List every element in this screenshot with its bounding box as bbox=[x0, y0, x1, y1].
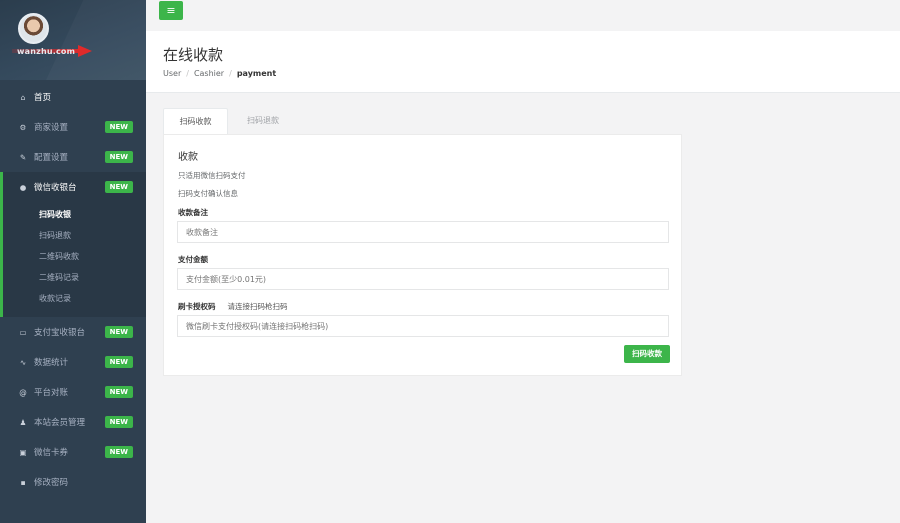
new-badge: NEW bbox=[104, 356, 133, 368]
sidebar-item-home[interactable]: ⌂ 首页 bbox=[0, 82, 146, 112]
form-note-scope: 只适用微信扫码支付 bbox=[178, 171, 246, 180]
breadcrumb-item-user[interactable]: User bbox=[163, 69, 181, 78]
submenu-item-scan-pay[interactable]: 扫码收银 bbox=[3, 204, 146, 225]
lock-icon: ▪ bbox=[20, 477, 26, 487]
new-badge: NEW bbox=[104, 386, 133, 398]
wechat-cashier-submenu: 扫码收银 扫码退款 二维码收款 二维码记录 收款记录 bbox=[0, 202, 146, 317]
at-icon: @ bbox=[19, 387, 27, 397]
page-heading: 在线收款 User / Cashier / payment bbox=[146, 31, 900, 93]
payment-form-panel: 收款 只适用微信扫码支付 扫码支付确认信息 收款备注 支付金额 刷卡授权码 请连接… bbox=[163, 134, 682, 376]
sidebar-item-statistics[interactable]: ∿ 数据统计 NEW bbox=[0, 347, 146, 377]
remark-input[interactable] bbox=[177, 221, 669, 243]
form-heading: 收款 bbox=[178, 152, 198, 163]
avatar[interactable] bbox=[18, 13, 49, 44]
submenu-item-pay-records[interactable]: 收款记录 bbox=[3, 288, 146, 309]
laptop-icon: ▭ bbox=[19, 327, 27, 337]
menu-toggle-button[interactable]: ≡ bbox=[159, 1, 183, 20]
home-icon: ⌂ bbox=[20, 92, 26, 102]
sidebar-item-change-password[interactable]: ▪ 修改密码 bbox=[0, 467, 146, 497]
auth-code-hint: 请连接扫码枪扫码 bbox=[227, 302, 288, 311]
wechat-icon: ● bbox=[19, 182, 27, 192]
sidebar-item-label: 修改密码 bbox=[34, 478, 69, 488]
breadcrumb-separator: / bbox=[229, 69, 232, 78]
sidebar-item-merchant-settings[interactable]: ⚙ 商家设置 NEW bbox=[0, 112, 146, 142]
sidebar-item-wechat-cashier[interactable]: ● 微信收银台 NEW bbox=[0, 172, 146, 202]
amount-input[interactable] bbox=[177, 268, 669, 290]
chart-icon: ∿ bbox=[19, 357, 27, 367]
submenu-item-scan-refund[interactable]: 扫码退款 bbox=[3, 225, 146, 246]
new-badge: NEW bbox=[104, 151, 133, 163]
sidebar-nav: ⌂ 首页 ⚙ 商家设置 NEW ✎ 配置设置 NEW ● 微信收银台 NEW 扫… bbox=[0, 82, 146, 497]
new-badge: NEW bbox=[104, 121, 133, 133]
tab-scan-refund[interactable]: 扫码退款 bbox=[233, 108, 293, 134]
breadcrumb-item-cashier[interactable]: Cashier bbox=[194, 69, 224, 78]
sidebar-item-label: 首页 bbox=[34, 93, 52, 103]
auth-code-label: 刷卡授权码 请连接扫码枪扫码 bbox=[178, 301, 288, 312]
submenu-item-qr-records[interactable]: 二维码记录 bbox=[3, 267, 146, 288]
sidebar-item-members[interactable]: ♟ 本站会员管理 NEW bbox=[0, 407, 146, 437]
remark-label: 收款备注 bbox=[178, 208, 208, 217]
amount-label: 支付金额 bbox=[178, 255, 208, 264]
breadcrumb: User / Cashier / payment bbox=[163, 69, 276, 78]
auth-code-input[interactable] bbox=[177, 315, 669, 337]
wrench-icon: ✎ bbox=[19, 152, 27, 162]
new-badge: NEW bbox=[104, 446, 133, 458]
profile-header: wanzhu.com bbox=[0, 0, 146, 80]
sidebar-item-reconciliation[interactable]: @ 平台对账 NEW bbox=[0, 377, 146, 407]
breadcrumb-item-payment: payment bbox=[236, 69, 277, 78]
sidebar-item-wechat-coupons[interactable]: ▣ 微信卡券 NEW bbox=[0, 437, 146, 467]
new-badge: NEW bbox=[104, 416, 133, 428]
submenu-item-qr-pay[interactable]: 二维码收款 bbox=[3, 246, 146, 267]
new-badge: NEW bbox=[104, 181, 133, 193]
scan-pay-submit-button[interactable]: 扫码收款 bbox=[624, 345, 670, 363]
sidebar: wanzhu.com ⌂ 首页 ⚙ 商家设置 NEW ✎ 配置设置 NEW ● … bbox=[0, 0, 146, 523]
page-title: 在线收款 bbox=[163, 46, 224, 64]
form-note-confirm: 扫码支付确认信息 bbox=[178, 189, 238, 198]
gears-icon: ⚙ bbox=[19, 122, 27, 132]
sidebar-item-alipay-cashier[interactable]: ▭ 支付宝收银台 NEW bbox=[0, 317, 146, 347]
sidebar-item-config-settings[interactable]: ✎ 配置设置 NEW bbox=[0, 142, 146, 172]
breadcrumb-separator: / bbox=[186, 69, 189, 78]
new-badge: NEW bbox=[104, 326, 133, 338]
auth-code-label-text: 刷卡授权码 bbox=[178, 302, 216, 311]
site-name: wanzhu.com bbox=[17, 47, 76, 56]
user-icon: ♟ bbox=[19, 417, 27, 427]
topbar: ≡ bbox=[146, 0, 900, 31]
tab-scan-pay[interactable]: 扫码收款 bbox=[163, 108, 228, 134]
card-icon: ▣ bbox=[19, 447, 27, 457]
profile-background bbox=[27, 0, 146, 80]
